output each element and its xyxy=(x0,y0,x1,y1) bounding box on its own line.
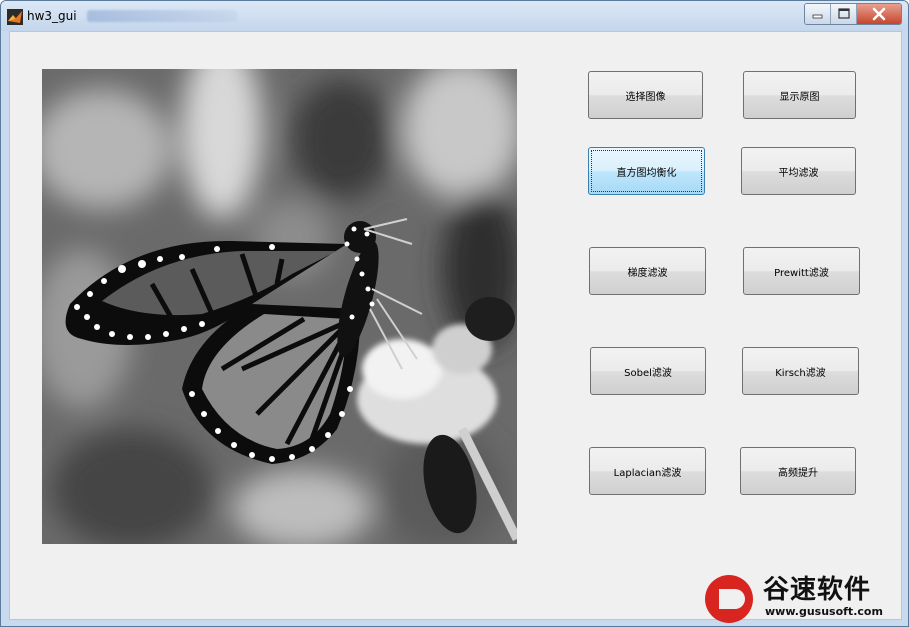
laplacian-filter-button[interactable]: Laplacian滤波 xyxy=(589,447,706,495)
watermark-name: 谷速软件 xyxy=(763,575,872,605)
window-title: hw3_gui xyxy=(27,9,77,23)
matlab-icon xyxy=(7,9,23,25)
close-icon xyxy=(872,7,886,21)
kirsch-filter-button[interactable]: Kirsch滤波 xyxy=(742,347,859,395)
minimize-button[interactable] xyxy=(805,4,831,24)
mean-filter-button[interactable]: 平均滤波 xyxy=(741,147,856,195)
image-axes xyxy=(42,69,517,544)
close-button[interactable] xyxy=(857,4,901,24)
watermark-logo-icon xyxy=(705,575,753,623)
figure-area: 选择图像 显示原图 直方图均衡化 平均滤波 梯度滤波 Prewitt滤波 Sob… xyxy=(9,31,902,620)
title-ghost xyxy=(87,10,237,22)
app-window: hw3_gui 选择图像 显示原图 直方图均衡化 平均滤波 梯度滤波 Prewi… xyxy=(0,0,909,627)
maximize-icon xyxy=(838,8,850,19)
butterfly-image xyxy=(42,69,517,544)
prewitt-filter-button[interactable]: Prewitt滤波 xyxy=(743,247,860,295)
histogram-equalization-button[interactable]: 直方图均衡化 xyxy=(588,147,705,195)
maximize-button[interactable] xyxy=(831,4,857,24)
minimize-icon xyxy=(812,14,823,19)
caption-buttons xyxy=(804,3,902,25)
watermark: 谷速软件 www.gususoft.com xyxy=(705,569,905,625)
watermark-url: www.gususoft.com xyxy=(765,605,883,618)
show-original-button[interactable]: 显示原图 xyxy=(743,71,856,119)
sobel-filter-button[interactable]: Sobel滤波 xyxy=(590,347,706,395)
high-boost-button[interactable]: 高频提升 xyxy=(740,447,856,495)
gradient-filter-button[interactable]: 梯度滤波 xyxy=(589,247,706,295)
select-image-button[interactable]: 选择图像 xyxy=(588,71,703,119)
title-bar[interactable]: hw3_gui xyxy=(1,1,908,31)
